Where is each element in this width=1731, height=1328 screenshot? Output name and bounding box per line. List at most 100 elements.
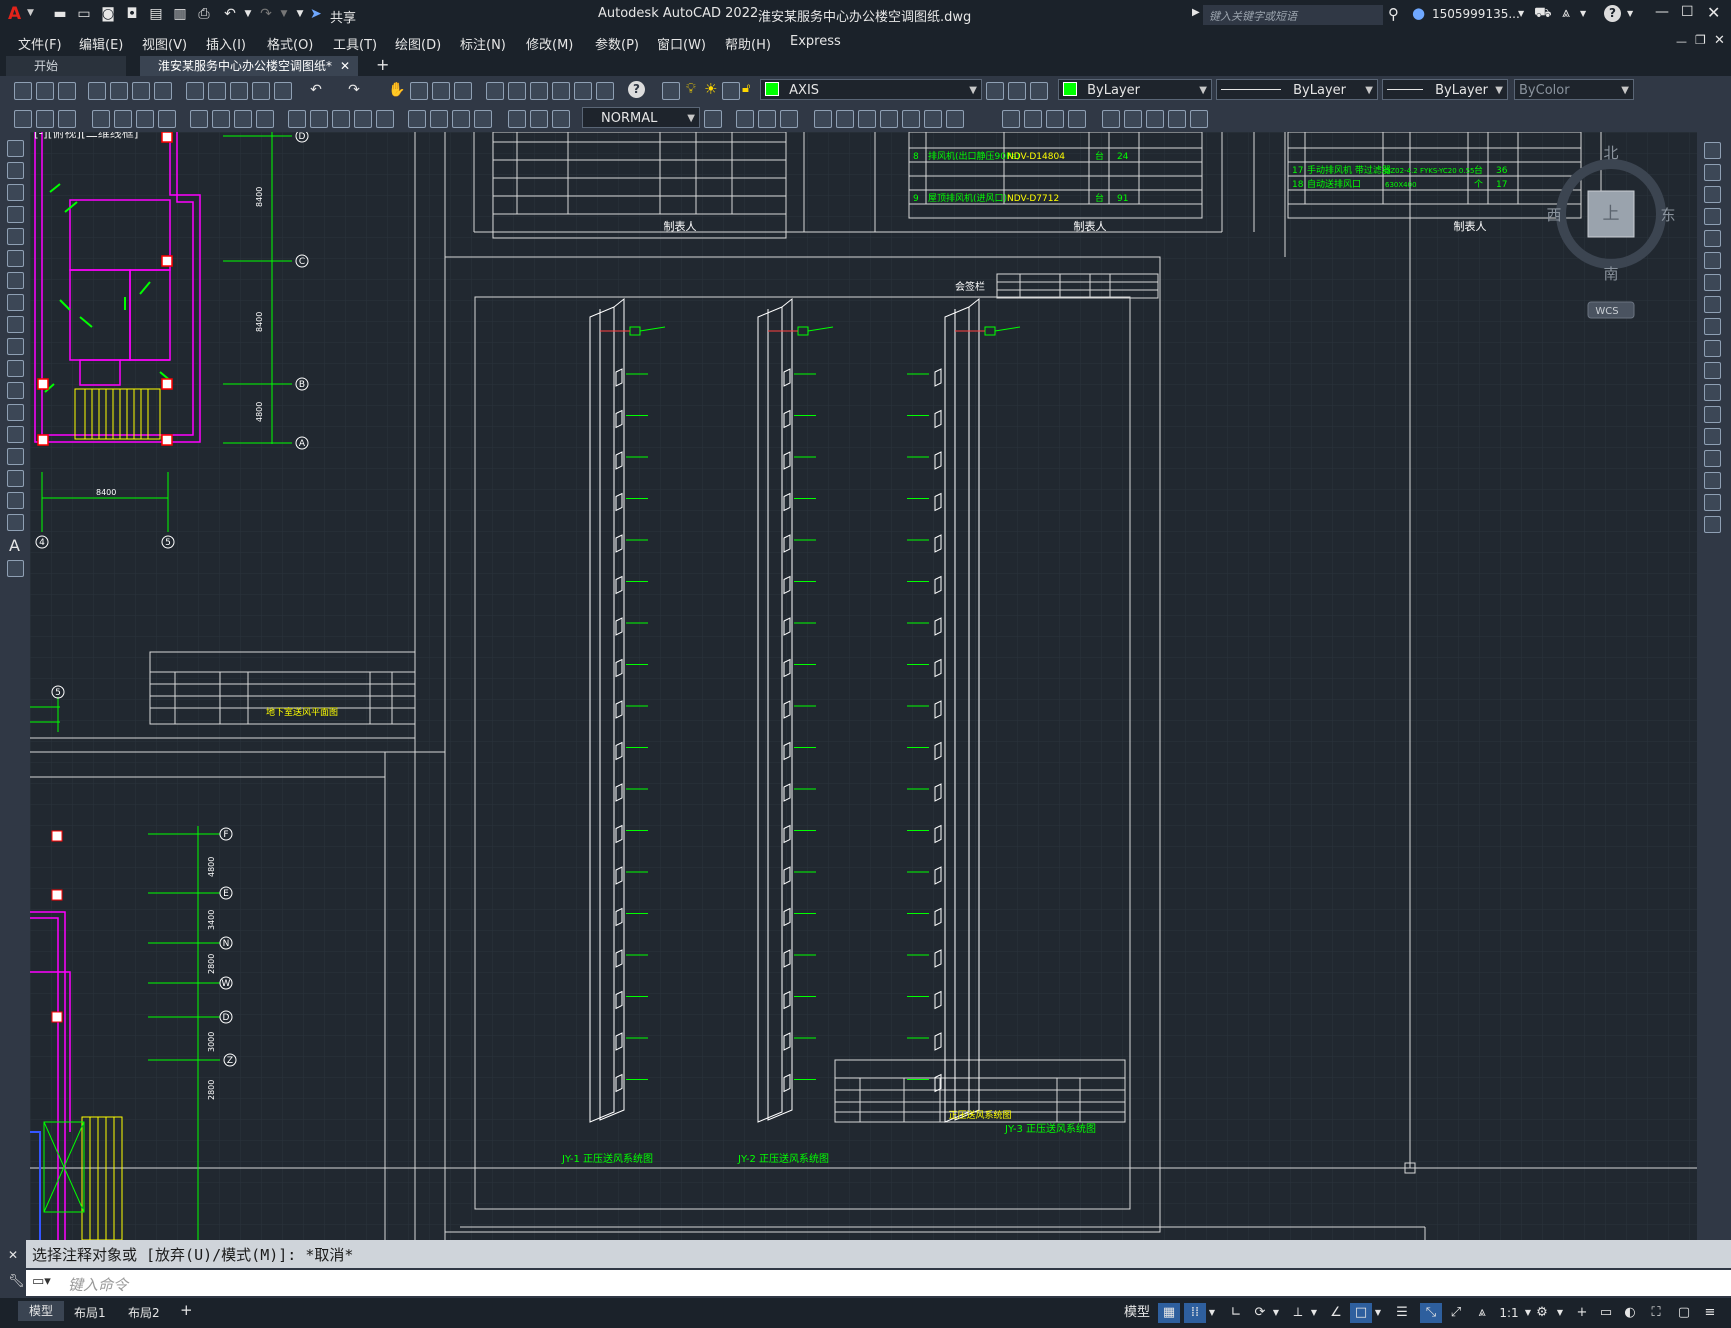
move-modify-icon[interactable] <box>1704 252 1721 269</box>
new-file-icon[interactable]: ▬ <box>52 6 68 22</box>
dim-break-icon[interactable] <box>376 110 394 128</box>
calculator-icon[interactable] <box>596 82 614 100</box>
search-input[interactable]: 键入关键字或短语 <box>1203 5 1383 25</box>
fillet-modify-icon[interactable] <box>1704 472 1721 489</box>
offset-modify-icon[interactable] <box>1704 208 1721 225</box>
help-dropdown-icon[interactable]: ▼ <box>1627 9 1633 18</box>
layer-lock-icon[interactable]: 🔓︎ <box>742 81 750 96</box>
dim-text-edit-icon[interactable] <box>530 110 548 128</box>
plotstyle-dropdown[interactable]: ByColor ▼ <box>1514 79 1634 100</box>
command-settings-icon[interactable]: 🔧︎ <box>8 1274 25 1289</box>
menu-view[interactable]: 视图(V) <box>142 34 187 53</box>
text-icon[interactable]: A <box>9 536 20 555</box>
design-center-icon[interactable] <box>508 82 526 100</box>
layer-states-icon[interactable] <box>1030 82 1048 100</box>
autocad-logo-icon[interactable]: A <box>8 4 21 24</box>
undo-icon[interactable]: ↶ <box>222 6 238 22</box>
mirror-modify-icon[interactable] <box>1704 186 1721 203</box>
jogged-linear-icon[interactable] <box>474 110 492 128</box>
zoom-realtime-icon[interactable] <box>410 82 428 100</box>
ortho-icon[interactable]: ∟ <box>1226 1303 1246 1323</box>
revision-cloud-icon[interactable] <box>7 294 24 311</box>
center-mark-icon[interactable] <box>430 110 448 128</box>
search-icon[interactable]: ⚲ <box>1388 5 1399 23</box>
erase-icon[interactable] <box>1704 142 1721 159</box>
dimstyle-dropdown[interactable]: NORMAL ▼ <box>582 107 700 128</box>
scale-icon[interactable] <box>880 110 898 128</box>
explode-icon[interactable] <box>1102 110 1120 128</box>
layer-freeze-icon[interactable]: ☀ <box>704 80 717 98</box>
offset-icon[interactable] <box>780 110 798 128</box>
menu-format[interactable]: 格式(O) <box>267 34 313 53</box>
blend-curves-icon[interactable] <box>1704 494 1721 511</box>
tab-close-icon[interactable]: ✕ <box>340 56 350 76</box>
customization-icon[interactable]: ≡ <box>1700 1303 1720 1323</box>
dim-space-icon[interactable] <box>354 110 372 128</box>
aligned-dim-icon[interactable] <box>114 110 132 128</box>
block-editor-icon[interactable] <box>274 82 292 100</box>
polygon-icon[interactable] <box>7 206 24 223</box>
object-snap-dropdown-icon[interactable]: ▼ <box>1372 1303 1384 1323</box>
save-web-icon[interactable]: ▥ <box>172 6 188 22</box>
selection-cycling-icon[interactable]: ⤡ <box>1420 1303 1442 1323</box>
quick-properties-icon[interactable]: ◐ <box>1620 1303 1640 1323</box>
help-icon[interactable]: ? <box>1604 5 1621 22</box>
trim-modify-icon[interactable] <box>1704 340 1721 357</box>
layer-previous-icon[interactable] <box>1008 82 1026 100</box>
publish-icon[interactable] <box>132 82 150 100</box>
isolate-objects-icon[interactable]: ▢ <box>1674 1303 1694 1323</box>
break-modify-icon[interactable] <box>1704 406 1721 423</box>
menu-file[interactable]: 文件(F) <box>18 34 62 53</box>
polar-icon[interactable]: ⟳ <box>1250 1303 1270 1323</box>
menu-edit[interactable]: 编辑(E) <box>79 34 123 53</box>
block-insert-icon[interactable] <box>1124 110 1142 128</box>
doc-close-icon[interactable]: ✕ <box>1714 33 1725 48</box>
menu-modify[interactable]: 修改(M) <box>526 34 573 53</box>
layer-dropdown[interactable]: AXIS ▼ <box>760 79 982 100</box>
redo-dropdown-icon[interactable]: ▼ <box>276 6 292 22</box>
chamfer-modify-icon[interactable] <box>1704 450 1721 467</box>
linetype-dropdown[interactable]: ByLayer ▼ <box>1216 79 1378 100</box>
stretch-icon[interactable] <box>902 110 920 128</box>
close-icon[interactable]: ✕ <box>1707 3 1720 22</box>
jogged-dim-icon[interactable] <box>212 110 230 128</box>
open-icon[interactable] <box>36 82 54 100</box>
join-modify-icon[interactable] <box>1704 428 1721 445</box>
properties-icon[interactable] <box>486 82 504 100</box>
fillet-icon[interactable] <box>1068 110 1086 128</box>
quick-dim-icon[interactable] <box>288 110 306 128</box>
lineweight-dropdown[interactable]: ByLayer ▼ <box>1382 79 1508 100</box>
linear-dim-icon[interactable] <box>92 110 110 128</box>
copy-object-icon[interactable] <box>736 110 754 128</box>
angular-dim-icon[interactable] <box>256 110 274 128</box>
baseline-dim-icon[interactable] <box>310 110 328 128</box>
tab-drawing[interactable]: 淮安某服务中心办公楼空调图纸* ✕ <box>140 56 358 76</box>
user-icon[interactable]: ● <box>1412 4 1425 22</box>
mirror-icon[interactable] <box>758 110 776 128</box>
tab-layout2[interactable]: 布局2 <box>128 1304 160 1321</box>
array-icon[interactable] <box>814 110 832 128</box>
cut-icon[interactable] <box>186 82 204 100</box>
object-snap-tracking-icon[interactable]: ∠ <box>1326 1303 1346 1323</box>
extend-icon[interactable] <box>946 110 964 128</box>
new-icon[interactable] <box>14 82 32 100</box>
redo-tool-icon[interactable]: ↷ <box>346 82 362 98</box>
drawing-svg[interactable]: 制表人 制表人 制表人 8 排风机(出口静压90Pa) NDV-D14804 台… <box>30 132 1697 1240</box>
sheet-set-icon[interactable] <box>552 82 570 100</box>
arc-icon[interactable] <box>7 250 24 267</box>
command-close-icon[interactable]: ✕ <box>8 1248 18 1262</box>
table-icon[interactable] <box>7 514 24 531</box>
menu-express[interactable]: Express <box>790 34 841 49</box>
annotation-scale-value[interactable]: 1:1 <box>1496 1303 1522 1323</box>
stretch-modify-icon[interactable] <box>1704 318 1721 335</box>
multiline-text-icon[interactable] <box>36 110 54 128</box>
autodesk-a360-icon[interactable]: ⩓ <box>1562 5 1570 21</box>
viewcube-north[interactable]: 北 <box>1603 144 1618 162</box>
undo-tool-icon[interactable]: ↶ <box>308 82 324 98</box>
plot-preview-icon[interactable] <box>110 82 128 100</box>
layer-viewport-icon[interactable] <box>722 82 740 100</box>
command-prompt-icon[interactable]: ▭▾ <box>32 1274 51 1289</box>
snap-icon[interactable]: ⁞⁞ <box>1184 1303 1206 1323</box>
polyline-icon[interactable] <box>7 184 24 201</box>
doc-minimize-icon[interactable]: — <box>1676 35 1687 48</box>
